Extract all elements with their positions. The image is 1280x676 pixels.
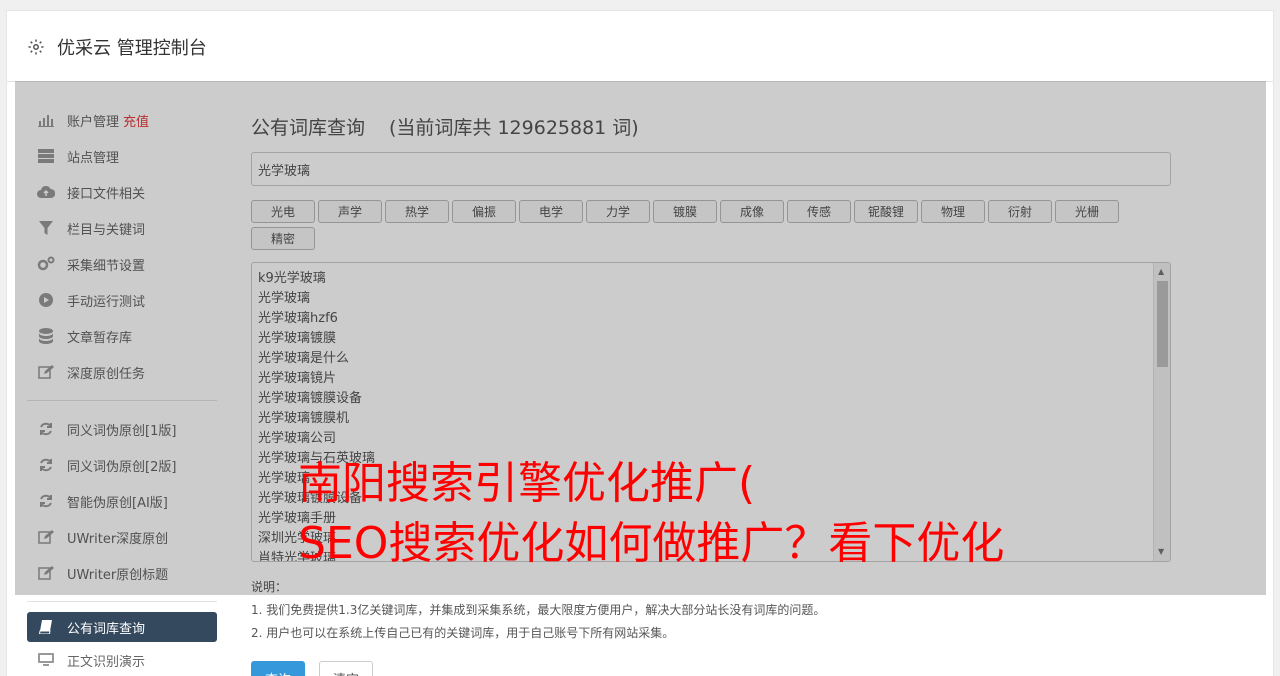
recharge-link[interactable]: 充值 <box>123 111 149 130</box>
sidebar-divider <box>27 601 217 602</box>
clear-button[interactable]: 清空 <box>319 661 373 676</box>
category-tags: 光电 声学 热学 偏振 电学 力学 镀膜 成像 传感 铌酸锂 物理 衍射 光栅精密 <box>251 200 1131 254</box>
sidebar-item-label: 公有词库查询 <box>67 621 146 637</box>
cloud-upload-icon <box>37 183 55 201</box>
overlay-headline-line1: 南阳搜索引擎优化推广( <box>298 458 756 509</box>
header-bar: 优采云 管理控制台 <box>6 10 1274 82</box>
sidebar-item-ai-rewrite[interactable]: 智能伪原创[AI版] <box>27 483 217 519</box>
result-line: 光学玻璃镀膜 <box>258 331 337 346</box>
tag-button[interactable]: 铌酸锂 <box>854 200 918 223</box>
result-line: 光学玻璃镜片 <box>258 371 337 386</box>
query-button[interactable]: 查询 <box>251 661 305 676</box>
tag-button[interactable]: 热学 <box>385 200 449 223</box>
result-line: 光学玻璃公司 <box>258 431 337 446</box>
sidebar-item-synonym-v1[interactable]: 同义词伪原创[1版] <box>27 411 217 447</box>
sidebar-item-label: 同义词伪原创[2版] <box>67 459 177 475</box>
sidebar-item-label: 账户管理 <box>67 114 120 130</box>
server-icon <box>37 147 55 165</box>
book-icon <box>37 618 55 636</box>
notes-title: 说明： <box>251 580 288 594</box>
overlay-headline-line2: SEO搜索优化如何做推广？看下优化 <box>298 518 1005 569</box>
sidebar-item-label: 采集细节设置 <box>67 258 146 274</box>
note-line: 1. 我们免费提供1.3亿关键词库，并集成到采集系统，最大限度方便用户，解决大部… <box>251 603 826 617</box>
gear-icon <box>27 37 47 57</box>
sidebar-item-label: 手动运行测试 <box>67 294 146 310</box>
scroll-up-icon[interactable]: ▲ <box>1158 267 1164 277</box>
sidebar-item-interface-files[interactable]: 接口文件相关 <box>27 174 217 210</box>
result-line: 光学玻璃是什么 <box>258 351 350 366</box>
sidebar-item-deep-original[interactable]: 深度原创任务 <box>27 354 217 390</box>
keyword-search-input[interactable] <box>251 152 1171 186</box>
sidebar-item-label: UWriter原创标题 <box>67 567 169 583</box>
bar-chart-icon <box>37 111 55 129</box>
sidebar-divider <box>27 400 217 401</box>
page-title-text: 公有词库查询 <box>251 116 366 139</box>
result-line: 光学玻璃镀膜设备 <box>258 391 363 406</box>
sidebar-item-account[interactable]: 账户管理 充值 <box>27 102 217 138</box>
play-icon <box>37 291 55 309</box>
edit-icon <box>37 363 55 381</box>
result-line: 光学玻璃镀膜机 <box>258 411 350 426</box>
edit-icon <box>37 528 55 546</box>
content-panel: 账户管理 充值 站点管理 接口文件相关 栏目与关键词 采集细节设置 手动运行测试… <box>6 81 1274 676</box>
result-line: 光学玻璃 <box>258 291 311 306</box>
sidebar-item-uwriter-deep[interactable]: UWriter深度原创 <box>27 519 217 555</box>
sidebar-item-label: 同义词伪原创[1版] <box>67 423 177 439</box>
cogs-icon <box>37 255 55 273</box>
sidebar: 账户管理 充值 站点管理 接口文件相关 栏目与关键词 采集细节设置 手动运行测试… <box>27 102 217 676</box>
results-listbox[interactable]: k9光学玻璃 光学玻璃 光学玻璃hzf6 光学玻璃镀膜 光学玻璃是什么 光学玻璃镜片 光学玻… <box>251 262 1171 562</box>
sidebar-item-sites[interactable]: 站点管理 <box>27 138 217 174</box>
sidebar-item-label: UWriter深度原创 <box>67 531 169 547</box>
sidebar-item-public-lexicon[interactable]: 公有词库查询 <box>27 612 217 642</box>
notes-section: 说明： 1. 我们免费提供1.3亿关键词库，并集成到采集系统，最大限度方便用户，… <box>251 576 1171 645</box>
sidebar-item-label: 深度原创任务 <box>67 366 146 382</box>
tag-button[interactable]: 电学 <box>519 200 583 223</box>
tag-button[interactable]: 偏振 <box>452 200 516 223</box>
tag-button[interactable]: 精密 <box>251 227 315 250</box>
sidebar-item-synonym-v2[interactable]: 同义词伪原创[2版] <box>27 447 217 483</box>
sidebar-item-label: 正文识别演示 <box>67 654 146 670</box>
tag-button[interactable]: 传感 <box>787 200 851 223</box>
sidebar-item-collect-settings[interactable]: 采集细节设置 <box>27 246 217 282</box>
app-title: 优采云 管理控制台 <box>57 37 207 59</box>
tag-button[interactable]: 力学 <box>586 200 650 223</box>
lexicon-count: (当前词库共 129625881 词) <box>389 116 639 139</box>
refresh-icon <box>37 492 55 510</box>
sidebar-item-uwriter-title[interactable]: UWriter原创标题 <box>27 555 217 591</box>
sidebar-item-label: 智能伪原创[AI版] <box>67 495 168 511</box>
sidebar-item-columns-keywords[interactable]: 栏目与关键词 <box>27 210 217 246</box>
tag-button[interactable]: 成像 <box>720 200 784 223</box>
result-line: k9光学玻璃 <box>258 271 326 286</box>
database-icon <box>37 327 55 345</box>
edit-icon <box>37 564 55 582</box>
results-scrollbar[interactable]: ▲ ▼ <box>1153 263 1170 561</box>
tag-button[interactable]: 镀膜 <box>653 200 717 223</box>
scroll-down-icon[interactable]: ▼ <box>1158 547 1164 557</box>
sidebar-item-article-storage[interactable]: 文章暂存库 <box>27 318 217 354</box>
main-content: 公有词库查询 (当前词库共 129625881 词) 光电声学热学偏振电学力学镀… <box>251 102 1171 676</box>
sidebar-item-label: 站点管理 <box>67 150 120 166</box>
monitor-icon <box>37 651 55 669</box>
tag-button[interactable]: 衍射 <box>988 200 1052 223</box>
refresh-icon <box>37 420 55 438</box>
sidebar-item-label: 文章暂存库 <box>67 330 133 346</box>
sidebar-item-text-recognition[interactable]: 正文识别演示 <box>27 642 217 676</box>
action-buttons: 查询 清空 <box>251 661 1171 676</box>
sidebar-item-label: 接口文件相关 <box>67 186 146 202</box>
scrollbar-thumb[interactable] <box>1157 281 1168 367</box>
result-line: 光学玻璃hzf6 <box>258 311 338 326</box>
filter-icon <box>37 219 55 237</box>
tag-button[interactable]: 物理 <box>921 200 985 223</box>
page-title: 公有词库查询 (当前词库共 129625881 词) <box>251 102 1171 150</box>
tag-button[interactable]: 光电 <box>251 200 315 223</box>
sidebar-item-label: 栏目与关键词 <box>67 222 146 238</box>
sidebar-item-manual-run[interactable]: 手动运行测试 <box>27 282 217 318</box>
tag-button[interactable]: 光栅 <box>1055 200 1119 223</box>
refresh-icon <box>37 456 55 474</box>
tag-button[interactable]: 声学 <box>318 200 382 223</box>
note-line: 2. 用户也可以在系统上传自己已有的关键词库，用于自己账号下所有网站采集。 <box>251 626 675 640</box>
